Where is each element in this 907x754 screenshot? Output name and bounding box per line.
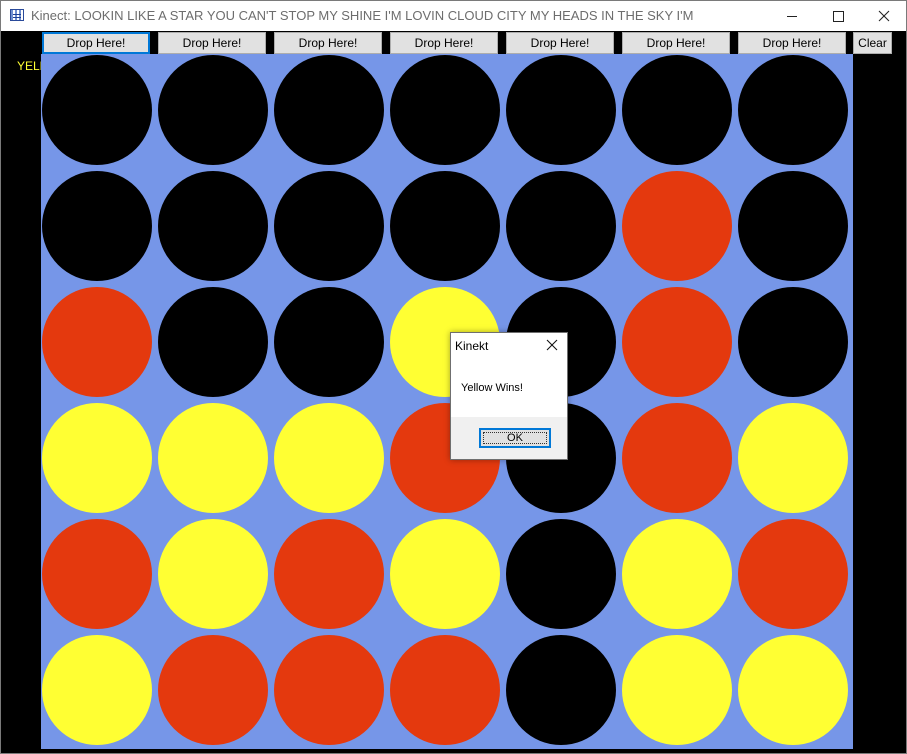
board-cell-yellow (738, 635, 848, 745)
close-icon (878, 10, 890, 22)
board-cell-red (158, 635, 268, 745)
board-cell-yellow (622, 519, 732, 629)
board-cell-yellow (622, 635, 732, 745)
board-cell-empty (390, 171, 500, 281)
message-dialog: Kinekt Yellow Wins! OK (450, 332, 568, 460)
board-cell-yellow (158, 403, 268, 513)
board-cell-empty (158, 171, 268, 281)
window-title: Kinect: LOOKIN LIKE A STAR YOU CAN'T STO… (31, 8, 694, 23)
drop-button-col-1[interactable]: Drop Here! (42, 32, 150, 54)
board-cell-red (622, 287, 732, 397)
maximize-icon (832, 10, 844, 22)
board-cell-empty (738, 171, 848, 281)
board-cell-yellow (42, 403, 152, 513)
board-cell-red (42, 519, 152, 629)
drop-button-col-7[interactable]: Drop Here! (738, 32, 846, 54)
board-cell-empty (274, 171, 384, 281)
board-cell-red (42, 287, 152, 397)
board-cell-empty (42, 171, 152, 281)
board-cell-empty (274, 55, 384, 165)
board-cell-empty (738, 55, 848, 165)
minimize-button[interactable] (769, 1, 815, 31)
close-window-button[interactable] (861, 1, 906, 31)
drop-button-col-2[interactable]: Drop Here! (158, 32, 266, 54)
drop-button-col-3[interactable]: Drop Here! (274, 32, 382, 54)
app-window: Kinect: LOOKIN LIKE A STAR YOU CAN'T STO… (0, 0, 907, 754)
dialog-close-icon[interactable] (545, 338, 559, 352)
app-grid-icon (10, 9, 24, 21)
drop-button-col-6[interactable]: Drop Here! (622, 32, 730, 54)
board-cell-yellow (738, 403, 848, 513)
title-bar[interactable]: Kinect: LOOKIN LIKE A STAR YOU CAN'T STO… (1, 1, 906, 31)
board-cell-empty (158, 55, 268, 165)
board-cell-red (274, 519, 384, 629)
board-cell-yellow (158, 519, 268, 629)
board-cell-empty (390, 55, 500, 165)
board-cell-empty (158, 287, 268, 397)
game-board[interactable] (41, 54, 853, 749)
clear-button[interactable]: Clear (853, 32, 892, 54)
board-cell-red (622, 171, 732, 281)
dialog-title: Kinekt (455, 339, 489, 353)
board-cell-red (390, 635, 500, 745)
board-cell-yellow (274, 403, 384, 513)
dialog-message: Yellow Wins! (461, 382, 523, 394)
board-cell-yellow (42, 635, 152, 745)
board-cell-empty (506, 171, 616, 281)
board-cell-red (738, 519, 848, 629)
board-cell-red (622, 403, 732, 513)
board-cell-empty (738, 287, 848, 397)
minimize-icon (787, 15, 797, 17)
maximize-button[interactable] (815, 1, 861, 31)
board-cell-empty (274, 287, 384, 397)
board-cell-empty (506, 55, 616, 165)
drop-button-col-4[interactable]: Drop Here! (390, 32, 498, 54)
ok-button[interactable]: OK (479, 428, 551, 448)
board-cell-empty (42, 55, 152, 165)
dialog-footer: OK (451, 417, 567, 459)
board-cell-empty (506, 519, 616, 629)
board-cell-red (274, 635, 384, 745)
board-cell-empty (622, 55, 732, 165)
board-cell-empty (506, 635, 616, 745)
board-cell-yellow (390, 519, 500, 629)
drop-button-col-5[interactable]: Drop Here! (506, 32, 614, 54)
